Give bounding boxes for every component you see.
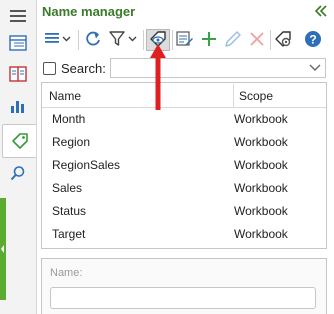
table-header: Name Scope: [42, 83, 326, 108]
book-icon[interactable]: [4, 61, 32, 87]
search-label: Search:: [61, 61, 106, 76]
table-row[interactable]: Status Workbook: [42, 200, 326, 223]
name-cell: Target: [52, 227, 86, 241]
tag-settings-icon: [274, 30, 292, 51]
edit-name-button[interactable]: [222, 29, 244, 51]
filter-button[interactable]: [107, 29, 141, 51]
pencil-icon: [225, 30, 241, 50]
panel-title: Name manager: [42, 4, 136, 19]
scope-cell: Workbook: [234, 227, 288, 241]
delete-name-button[interactable]: [246, 29, 268, 51]
rail-divider: [36, 0, 37, 314]
chevron-down-icon[interactable]: [308, 62, 322, 74]
scope-cell: Workbook: [234, 112, 288, 126]
list-menu-icon: [45, 32, 71, 49]
refresh-icon: [84, 30, 102, 51]
toolbar-separator: [172, 30, 173, 50]
help-button[interactable]: ?: [302, 29, 324, 51]
name-cell: RegionSales: [52, 158, 121, 172]
edit-list-button[interactable]: [174, 29, 196, 51]
name-field-label: Name:: [50, 267, 83, 279]
column-header-name[interactable]: Name: [49, 89, 81, 103]
toolbar: ?: [38, 27, 330, 54]
search-icon[interactable]: [4, 160, 32, 186]
table-row[interactable]: Region Workbook: [42, 131, 326, 154]
column-header-scope[interactable]: Scope: [239, 89, 273, 103]
resize-grip-icon[interactable]: [1, 243, 5, 253]
name-settings-button[interactable]: [272, 29, 294, 51]
svg-text:?: ?: [309, 32, 316, 46]
search-checkbox[interactable]: [43, 62, 56, 75]
toolbar-separator: [143, 30, 144, 50]
search-input[interactable]: [110, 58, 326, 78]
bar-chart-icon[interactable]: [4, 93, 32, 119]
list-menu-button[interactable]: [42, 29, 74, 51]
help-icon: ?: [304, 30, 322, 51]
toolbar-separator: [270, 30, 271, 50]
toolbar-separator: [78, 30, 79, 50]
filter-icon: [109, 30, 139, 50]
scope-cell: Workbook: [234, 158, 288, 172]
table-row[interactable]: RegionSales Workbook: [42, 154, 326, 177]
table-row[interactable]: Month Workbook: [42, 108, 326, 131]
name-detail-section: Name:: [41, 258, 327, 314]
annotation-arrow-icon: [148, 44, 168, 110]
search-row: Search:: [41, 58, 327, 80]
double-chevron-left-icon[interactable]: [312, 2, 330, 20]
name-cell: Sales: [52, 181, 83, 195]
table-row[interactable]: Target Workbook: [42, 223, 326, 246]
name-field[interactable]: [50, 287, 316, 309]
name-cell: Month: [52, 112, 86, 126]
tag-icon[interactable]: [2, 124, 36, 158]
delete-x-icon: [250, 31, 264, 49]
hamburger-menu-icon[interactable]: [4, 3, 32, 29]
column-divider[interactable]: [233, 84, 234, 108]
edit-list-icon: [176, 30, 194, 51]
refresh-button[interactable]: [82, 29, 104, 51]
plus-icon: [201, 31, 217, 50]
table-row[interactable]: Sales Workbook: [42, 177, 326, 200]
scope-cell: Workbook: [234, 135, 288, 149]
names-table: Name Scope Month Workbook Region Workboo…: [41, 82, 327, 249]
scope-cell: Workbook: [234, 181, 288, 195]
list-view-icon[interactable]: [4, 30, 32, 56]
name-cell: Status: [52, 204, 87, 218]
name-cell: Region: [52, 135, 91, 149]
scope-cell: Workbook: [234, 204, 288, 218]
add-name-button[interactable]: [198, 29, 220, 51]
